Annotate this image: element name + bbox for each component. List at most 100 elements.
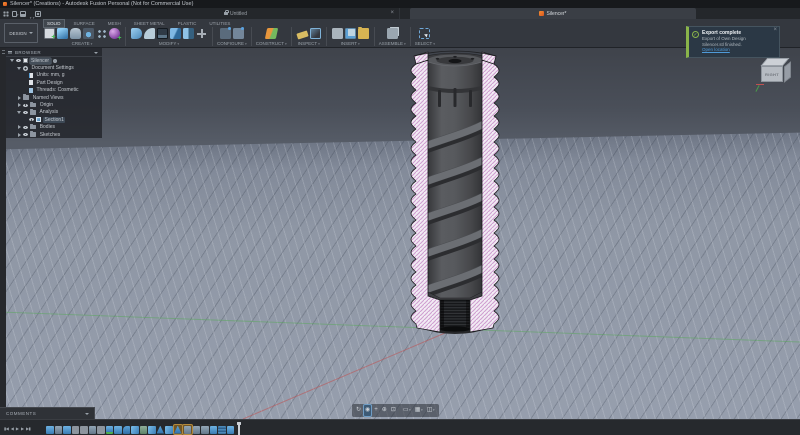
caret-open-icon[interactable] (10, 59, 14, 62)
eye-visibility-icon[interactable] (16, 59, 21, 62)
display-settings-icon[interactable]: ▭ (402, 405, 412, 416)
silencer-section-model[interactable] (404, 48, 504, 338)
caret-open-icon[interactable] (17, 111, 21, 114)
fillet-icon[interactable] (144, 28, 155, 39)
caret-closed-icon[interactable] (18, 125, 21, 129)
viewports-icon[interactable]: ◫ (426, 405, 436, 416)
timeline-feature-sketch[interactable] (63, 426, 71, 434)
timeline-feature-sketch[interactable] (210, 426, 218, 434)
skip-to-end-icon[interactable]: ▶▮ (26, 426, 30, 431)
timeline-feature-sketch[interactable] (114, 426, 122, 434)
eye-visibility-icon[interactable] (23, 104, 28, 107)
cylinder-icon[interactable] (70, 28, 81, 39)
timeline-feature-thread[interactable] (218, 426, 226, 434)
timeline-feature-combine[interactable] (140, 426, 148, 434)
save-icon[interactable] (20, 11, 26, 17)
eye-visibility-icon[interactable] (23, 126, 28, 129)
offset-face-icon[interactable] (170, 28, 181, 39)
browser-item-units-mm-g[interactable]: Units: mm, g (6, 72, 102, 79)
group-label-configure[interactable]: CONFIGURE (217, 41, 247, 46)
group-label-construct[interactable]: CONSTRUCT (256, 41, 287, 46)
browser-item-bodies[interactable]: Bodies (6, 124, 102, 131)
select-icon[interactable] (419, 28, 430, 39)
new-component-icon[interactable] (387, 28, 398, 39)
group-label-create[interactable]: CREATE (72, 41, 93, 46)
timeline-feature-loft[interactable] (157, 426, 165, 434)
browser-item-section1[interactable]: Section1 (6, 116, 102, 123)
group-label-inspect[interactable]: INSPECT (298, 41, 320, 46)
group-label-select[interactable]: SELECT (415, 41, 435, 46)
step-back-icon[interactable]: ◀ (11, 426, 14, 431)
document-tab-silencer[interactable]: Silencer* (410, 8, 696, 19)
configuration-table-icon[interactable] (233, 28, 244, 39)
group-label-insert[interactable]: INSERT (341, 41, 360, 46)
construction-plane-icon[interactable] (265, 28, 278, 39)
eye-visibility-icon[interactable] (29, 118, 34, 121)
pattern-icon[interactable] (96, 28, 107, 39)
close-notification-icon[interactable] (773, 27, 777, 33)
move-copy-icon[interactable] (196, 28, 207, 39)
browser-item-silencer[interactable]: Silencer (6, 57, 102, 64)
configuration-icon[interactable] (220, 28, 231, 39)
timeline-feature-revolve[interactable] (123, 426, 131, 434)
box-icon[interactable] (57, 28, 68, 39)
primitive-icon[interactable] (83, 28, 94, 39)
ribbon-tab-surface[interactable]: SURFACE (71, 20, 98, 27)
play-icon[interactable]: ▶ (16, 426, 19, 431)
browser-header[interactable]: BROWSER (6, 48, 102, 57)
timeline-feature-loft[interactable] (174, 426, 182, 434)
open-location-link[interactable]: Open location (702, 47, 746, 54)
step-forward-icon[interactable]: ▶ (21, 426, 24, 431)
export-notification-toast[interactable]: ✓ Export complete Export of Own Design S… (686, 26, 780, 58)
insert-derive-icon[interactable] (332, 28, 343, 39)
caret-open-icon[interactable] (17, 67, 21, 70)
browser-item-sketches[interactable]: Sketches (6, 131, 102, 138)
timeline-feature-move[interactable] (80, 426, 88, 434)
browser-item-document-settings[interactable]: Document Settings (6, 64, 102, 71)
view-cube[interactable]: RIGHT (756, 54, 798, 96)
activate-component-icon[interactable] (53, 59, 57, 63)
pan-icon[interactable]: + (373, 405, 379, 416)
timeline-feature-move[interactable] (72, 426, 80, 434)
timeline-feature-feature[interactable] (89, 426, 97, 434)
browser-item-part-design[interactable]: Part Design (6, 79, 102, 86)
menu-grid-icon[interactable] (3, 11, 9, 17)
timeline-feature-sketch-green[interactable] (106, 426, 114, 434)
orbit-icon[interactable]: ↻ (355, 405, 362, 416)
canvas-icon[interactable] (345, 28, 356, 39)
form-sphere-icon[interactable] (109, 28, 120, 39)
workspace-switcher-button[interactable]: DESIGN (4, 23, 38, 43)
measure-icon[interactable] (296, 30, 308, 39)
caret-closed-icon[interactable] (18, 103, 21, 107)
insert-mesh-icon[interactable] (358, 28, 369, 39)
timeline-feature-sweep[interactable] (148, 426, 156, 434)
ribbon-tab-utilities[interactable]: UTILITIES (206, 20, 233, 27)
split-body-icon[interactable] (183, 28, 194, 39)
section-analysis-icon[interactable] (310, 28, 321, 39)
zoom-window-icon[interactable]: ⊕ (381, 405, 388, 416)
create-sketch-icon[interactable] (44, 28, 55, 39)
collapse-panel-icon[interactable] (94, 52, 98, 54)
eye-visibility-icon[interactable] (23, 111, 28, 114)
timeline-selected-feature[interactable] (174, 425, 183, 434)
look-at-icon[interactable]: ◉ (364, 405, 371, 416)
eye-visibility-icon[interactable] (23, 133, 28, 136)
ribbon-tab-plastic[interactable]: PLASTIC (175, 20, 200, 27)
timeline-selected-feature[interactable] (183, 425, 192, 434)
file-new-icon[interactable] (12, 11, 17, 17)
ribbon-tab-solid[interactable]: SOLID (44, 20, 64, 27)
document-tab-untitled[interactable]: Untitled (72, 8, 400, 19)
timeline-feature-sketch[interactable] (227, 426, 235, 434)
viewcube-right-face[interactable]: RIGHT (761, 66, 783, 82)
press-pull-icon[interactable] (131, 28, 142, 39)
timeline-feature-feature[interactable] (201, 426, 209, 434)
timeline-feature-feature[interactable] (184, 426, 192, 434)
browser-item-threads-cosmetic[interactable]: Threads: Cosmetic (6, 87, 102, 94)
extensions-icon[interactable] (35, 11, 41, 17)
timeline-feature-sketch[interactable] (46, 426, 54, 434)
viewport-canvas[interactable]: BROWSER SilencerDocument SettingsUnits: … (0, 48, 800, 419)
fit-icon[interactable]: ⊡ (390, 405, 397, 416)
browser-item-analysis[interactable]: Analysis (6, 109, 102, 116)
timeline-feature-feature[interactable] (193, 426, 201, 434)
timeline-feature-feature[interactable] (55, 426, 63, 434)
